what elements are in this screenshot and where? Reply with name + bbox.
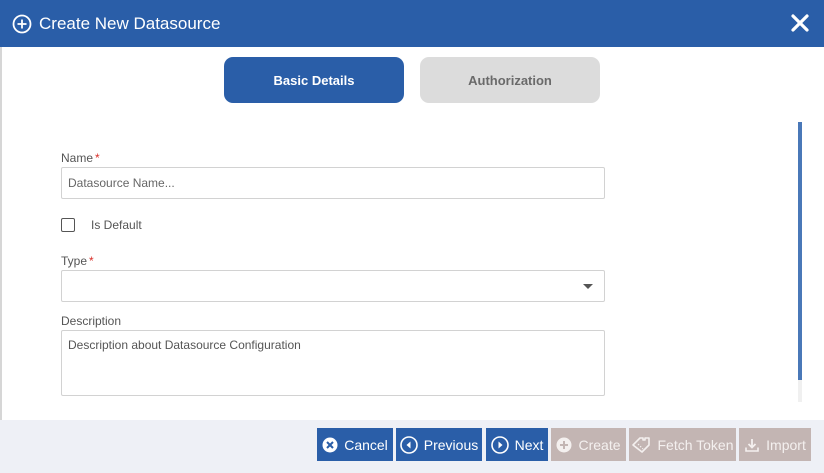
download-icon [745, 438, 759, 452]
scrollbar-thumb[interactable] [798, 122, 802, 380]
dialog-left-edge [0, 47, 2, 420]
import-button[interactable]: Import [739, 428, 811, 461]
chevron-left-circle-icon [399, 435, 418, 454]
name-required-mark: * [95, 151, 100, 165]
tab-authorization-label: Authorization [468, 72, 552, 88]
tab-authorization[interactable]: Authorization [420, 57, 600, 103]
tab-basic-details[interactable]: Basic Details [224, 57, 404, 103]
close-icon[interactable] [790, 13, 810, 33]
datasource-name-input[interactable] [61, 167, 605, 199]
type-label: Type * [61, 254, 94, 268]
type-required-mark: * [89, 254, 94, 268]
create-button[interactable]: Create [551, 428, 626, 461]
previous-button[interactable]: Previous [396, 428, 482, 461]
plus-circle-icon [556, 437, 572, 452]
description-textarea[interactable] [61, 330, 605, 396]
x-circle-icon [322, 437, 338, 452]
description-label: Description [61, 314, 122, 328]
type-select[interactable] [61, 270, 605, 302]
tab-basic-details-label: Basic Details [273, 72, 355, 88]
dialog-title-bar: Create New Datasource [0, 0, 824, 47]
plus-circle-icon [12, 14, 32, 34]
chevron-down-icon [583, 284, 593, 289]
is-default-label: Is Default [91, 218, 142, 232]
is-default-checkbox[interactable] [61, 218, 75, 232]
cancel-button[interactable]: Cancel [317, 428, 393, 461]
dialog-title: Create New Datasource [39, 14, 221, 33]
next-button[interactable]: Next [486, 428, 548, 461]
ticket-icon [632, 436, 651, 453]
chevron-right-circle-icon [490, 435, 509, 454]
name-label: Name * [61, 151, 100, 165]
fetch-token-button[interactable]: Fetch Token [629, 428, 736, 461]
